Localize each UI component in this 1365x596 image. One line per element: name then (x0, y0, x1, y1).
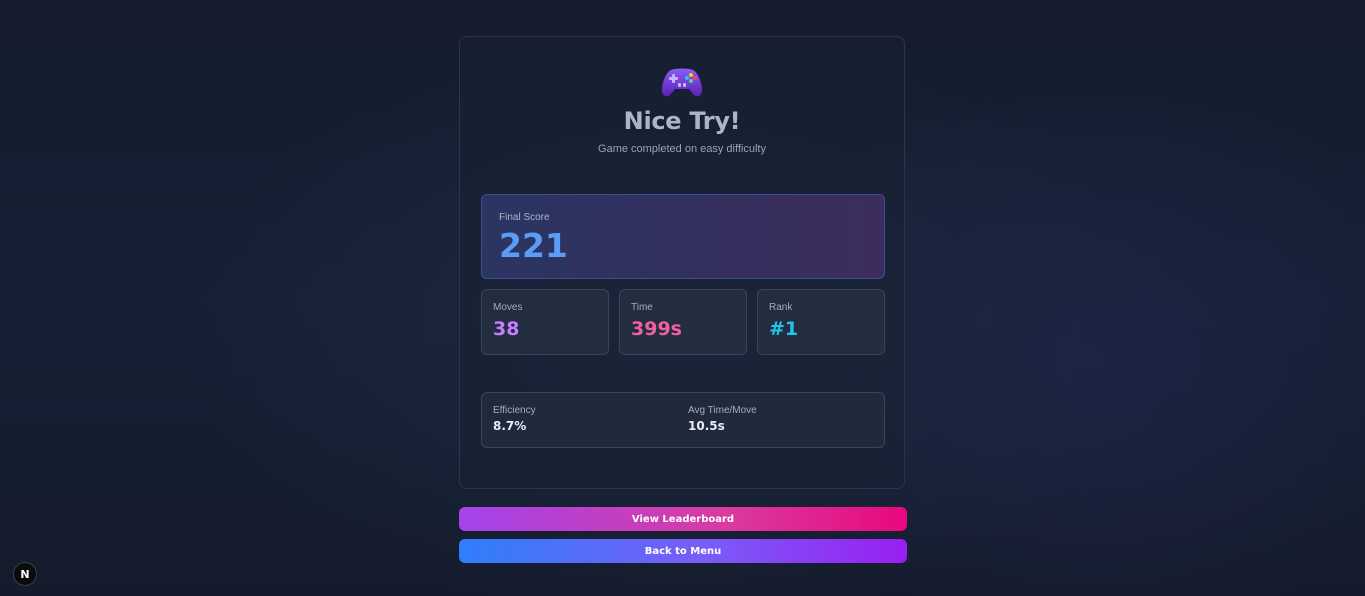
metric-efficiency: Efficiency 8.7% (493, 405, 536, 433)
stat-card-moves: Moves 38 (481, 289, 609, 355)
back-to-menu-button[interactable]: Back to Menu (459, 539, 907, 563)
metric-avg-time-per-move: Avg Time/Move 10.5s (688, 405, 757, 433)
metric-value-efficiency: 8.7% (493, 419, 527, 433)
final-score-value: 221 (499, 226, 568, 265)
metric-value-avg-time: 10.5s (688, 419, 725, 433)
final-score-panel: Final Score 221 (481, 194, 885, 279)
stat-value-time: 399s (631, 318, 682, 340)
metrics-panel: Efficiency 8.7% Avg Time/Move 10.5s (481, 392, 885, 448)
nextjs-logo-icon[interactable]: N (13, 562, 37, 586)
view-leaderboard-button[interactable]: View Leaderboard (459, 507, 907, 531)
result-subtitle: Game completed on easy difficulty (598, 143, 766, 155)
results-card: Nice Try! Game completed on easy difficu… (459, 36, 905, 489)
stat-label-moves: Moves (493, 302, 523, 313)
stat-label-time: Time (631, 302, 653, 313)
stat-value-moves: 38 (493, 318, 520, 340)
nextjs-logo-letter: N (20, 567, 30, 581)
stat-card-time: Time 399s (619, 289, 747, 355)
game-controller-icon (460, 65, 904, 101)
stat-card-rank: Rank #1 (757, 289, 885, 355)
result-title: Nice Try! (623, 107, 741, 135)
stat-label-rank: Rank (769, 302, 793, 313)
metric-label-efficiency: Efficiency (493, 405, 536, 416)
final-score-label: Final Score (499, 212, 550, 223)
stat-value-rank: #1 (769, 318, 799, 340)
metric-label-avg-time: Avg Time/Move (688, 405, 757, 416)
